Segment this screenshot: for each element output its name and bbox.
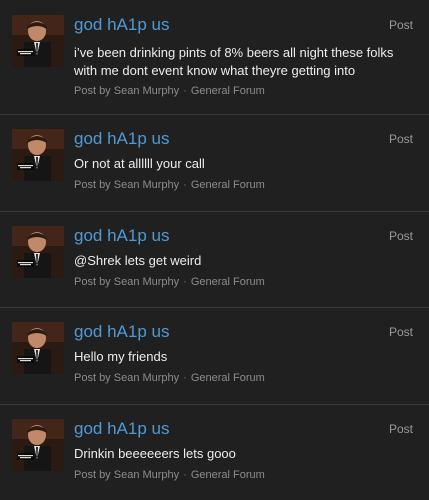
- post-action-link[interactable]: Post: [389, 18, 413, 32]
- post-item[interactable]: god hA1p us Post Drinkin beeeeeers lets …: [0, 403, 429, 500]
- post-meta: Post by Sean Murphy · General Forum: [74, 276, 265, 288]
- post-forum[interactable]: General Forum: [191, 372, 265, 384]
- user-avatar[interactable]: [12, 322, 64, 374]
- post-forum[interactable]: General Forum: [191, 85, 265, 97]
- post-title-link[interactable]: god hA1p us: [74, 226, 169, 246]
- meta-separator: ·: [183, 179, 187, 191]
- meta-separator: ·: [183, 275, 187, 288]
- post-body: Or not at allllll your call: [74, 156, 205, 171]
- post-item[interactable]: god hA1p us Post Or not at allllll your …: [0, 114, 429, 211]
- post-action-link[interactable]: Post: [389, 132, 413, 146]
- post-title-link[interactable]: god hA1p us: [74, 129, 169, 149]
- post-action-link[interactable]: Post: [389, 229, 413, 243]
- user-avatar[interactable]: [12, 15, 64, 67]
- post-author[interactable]: Post by Sean Murphy: [74, 179, 179, 191]
- meta-separator: ·: [183, 85, 187, 97]
- post-forum[interactable]: General Forum: [191, 276, 265, 288]
- post-author[interactable]: Post by Sean Murphy: [74, 469, 179, 481]
- post-body: @Shrek lets get weird: [74, 252, 202, 268]
- meta-separator: ·: [183, 468, 187, 481]
- post-title-link[interactable]: god hA1p us: [74, 419, 169, 439]
- post-item[interactable]: god hA1p us Post i’ve been drinking pint…: [0, 0, 429, 114]
- post-item[interactable]: god hA1p us Post Hello my friends Post b…: [0, 307, 429, 404]
- post-item[interactable]: god hA1p us Post @Shrek lets get weird P…: [0, 210, 429, 308]
- post-action-link[interactable]: Post: [389, 325, 413, 339]
- post-forum[interactable]: General Forum: [191, 179, 265, 191]
- post-forum[interactable]: General Forum: [191, 469, 265, 481]
- avatar-image-icon: [12, 225, 64, 278]
- user-avatar[interactable]: [12, 225, 64, 278]
- post-author[interactable]: Post by Sean Murphy: [74, 85, 179, 97]
- user-avatar[interactable]: [12, 418, 64, 471]
- avatar-image-icon: [12, 322, 64, 374]
- post-meta: Post by Sean Murphy · General Forum: [74, 372, 265, 384]
- avatar-image-icon: [12, 15, 64, 67]
- user-avatar[interactable]: [12, 129, 64, 181]
- post-author[interactable]: Post by Sean Murphy: [74, 372, 179, 384]
- post-action-link[interactable]: Post: [389, 422, 413, 436]
- post-author[interactable]: Post by Sean Murphy: [74, 276, 179, 288]
- post-meta: Post by Sean Murphy · General Forum: [74, 85, 265, 97]
- post-title-link[interactable]: god hA1p us: [74, 15, 169, 35]
- meta-separator: ·: [183, 372, 187, 384]
- post-title-link[interactable]: god hA1p us: [74, 322, 169, 342]
- avatar-image-icon: [12, 129, 64, 181]
- post-meta: Post by Sean Murphy · General Forum: [74, 179, 265, 191]
- post-body: i’ve been drinking pints of 8% beers all…: [74, 45, 394, 78]
- avatar-image-icon: [12, 418, 64, 471]
- post-meta: Post by Sean Murphy · General Forum: [74, 469, 265, 481]
- post-body: Drinkin beeeeeers lets gooo: [74, 445, 236, 461]
- post-body: Hello my friends: [74, 349, 168, 364]
- post-feed: god hA1p us Post i’ve been drinking pint…: [0, 0, 429, 500]
